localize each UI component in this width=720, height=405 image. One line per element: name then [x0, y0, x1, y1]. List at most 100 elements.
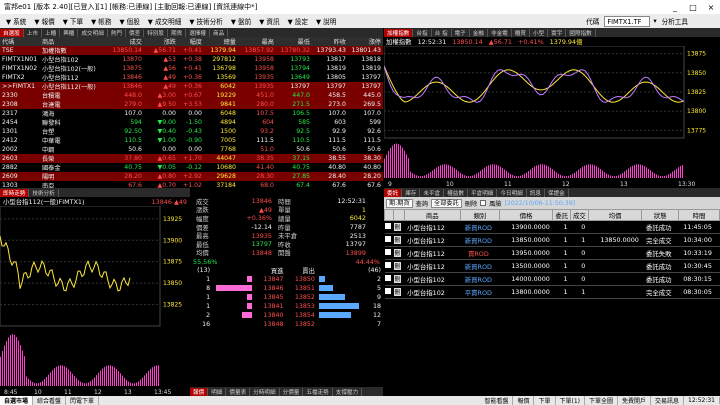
- status-overview[interactable]: 綜合看盤: [33, 396, 67, 405]
- quote-row[interactable]: 2330 台積電 448.0 ▲3.00 +0.67 19229 451.0 447.0 458…: [0, 91, 383, 100]
- orders-col-header[interactable]: 狀態: [641, 209, 680, 221]
- ladder-row[interactable]: 1 13845 13852 9: [190, 293, 383, 302]
- status-watchlist[interactable]: 自選市場: [0, 396, 34, 405]
- query-button[interactable]: 查詢: [416, 199, 428, 208]
- index-line-chart[interactable]: 13875 13850 13825 13800 13775 9 10 11 12 13 13:30: [384, 46, 720, 188]
- ask-price[interactable]: 13852: [285, 293, 316, 302]
- quote-row[interactable]: 1301 台塑 92.50 ▼0.40 -0.43 1500 93.2 92.5 92.9 92.…: [0, 127, 383, 136]
- bid-price[interactable]: 13847: [254, 275, 285, 284]
- tab-orders-tabs-4[interactable]: 平倉明細: [468, 188, 498, 197]
- tab-orders-tabs-1[interactable]: 庫存: [402, 188, 421, 197]
- quote-row[interactable]: >>FIMTX1 小型台指112(一般) 13846 ▲49 +0.36 6042 1393…: [0, 82, 383, 91]
- tab-detail-tabs-0[interactable]: 報價: [190, 387, 209, 396]
- delete-order-button[interactable]: 刪: [393, 275, 402, 283]
- quote-col-header[interactable]: 代碼: [0, 37, 40, 46]
- quote-row[interactable]: 2882 國泰金 40.75 ▼0.05 -0.12 10680 41.40 40.75 40.…: [0, 163, 383, 172]
- chevron-down-icon[interactable]: ▾: [653, 17, 656, 25]
- order-row[interactable]: 刪小型台指112 新買ROD 13900.0000 1 0 委託成功 11:45:05: [384, 220, 720, 234]
- tab-quote-tabs-8[interactable]: 期貨: [168, 28, 187, 37]
- tab-detail-tabs-6[interactable]: 支撐壓力: [333, 387, 363, 396]
- close-button[interactable]: ×: [702, 3, 720, 12]
- quote-col-header[interactable]: 漲跌: [144, 37, 178, 46]
- tab-detail-tabs-3[interactable]: 分時明細: [250, 387, 280, 396]
- quote-row[interactable]: 2609 陽明 28.20 ▲0.80 +2.92 29628 28.30 27.85 28.4…: [0, 172, 383, 181]
- tab-rchart-tabs-2[interactable]: 台 指: [432, 28, 452, 37]
- tab-rchart-tabs-5[interactable]: 非金電: [488, 28, 512, 37]
- order-checkbox[interactable]: [384, 275, 391, 281]
- tab-rchart-tabs-6[interactable]: 櫃買: [512, 28, 530, 37]
- maximize-button[interactable]: □: [684, 3, 702, 12]
- ask-price[interactable]: 13854: [285, 311, 316, 320]
- tab-quote-tabs-1[interactable]: 上市: [24, 28, 42, 37]
- account-select[interactable]: 期:期貨: [386, 198, 413, 208]
- quote-col-header[interactable]: 商品: [40, 37, 106, 46]
- ladder-row[interactable]: 8 13846 13851 5: [190, 284, 383, 293]
- bid-price[interactable]: 13840: [254, 311, 285, 320]
- menu-order[interactable]: ▼ 下單: [59, 16, 87, 26]
- menu-quote[interactable]: ▼ 報價: [30, 16, 58, 26]
- order-row[interactable]: 刪小型台指102 新買ROD 14000.0000 1 0 委託成功 08:30:15: [384, 272, 720, 286]
- minimize-button[interactable]: _: [666, 3, 684, 12]
- menu-stock[interactable]: ▼ 個股: [115, 16, 143, 26]
- tab-detail-tabs-1[interactable]: 明細: [208, 387, 227, 396]
- tab-quote-tabs-0[interactable]: 自選股: [0, 28, 24, 37]
- bid-price[interactable]: 13846: [254, 284, 285, 293]
- orders-col-header[interactable]: 委託: [552, 209, 572, 221]
- tab-rchart-tabs-8[interactable]: 寰宇: [548, 28, 567, 37]
- symbol-input[interactable]: FIMTX1.TF: [604, 15, 651, 27]
- tab-rchart-tabs-4[interactable]: 金融: [470, 28, 488, 37]
- quote-row[interactable]: FIMTX2 小型台指112 13846 ▲49 +0.36 13569 13935 1364…: [0, 73, 383, 82]
- tab-orders-tabs-3[interactable]: 權益數: [444, 188, 468, 197]
- tab-detail-tabs-4[interactable]: 分價量: [280, 387, 304, 396]
- tab-quote-tabs-5[interactable]: 熱門: [108, 28, 126, 37]
- delete-order-button[interactable]: 刪: [393, 249, 402, 257]
- orders-col-header[interactable]: 商品: [403, 209, 461, 221]
- menu-help[interactable]: ▼ 說明: [312, 16, 340, 26]
- risk-checkbox[interactable]: [480, 200, 487, 206]
- tab-orders-tabs-7[interactable]: 保證金: [545, 188, 569, 197]
- ask-price[interactable]: 13853: [285, 302, 316, 311]
- tab-rchart-tabs-9[interactable]: 國際指數: [566, 28, 596, 37]
- order-row[interactable]: 刪小型台指112 新買ROD 13500.0000 1 0 委託成功 10:30:45: [384, 259, 720, 273]
- filter-select[interactable]: 全部委託: [431, 198, 462, 208]
- tab-rchart-tabs-3[interactable]: 電子: [452, 28, 470, 37]
- delete-order-button[interactable]: 刪: [393, 288, 402, 296]
- order-checkbox[interactable]: [384, 223, 391, 229]
- quote-col-header[interactable]: 總量: [204, 37, 238, 46]
- status-open-account[interactable]: 免費開戶: [618, 396, 652, 405]
- tab-quote-tabs-10[interactable]: 商品: [210, 28, 229, 37]
- quote-col-header[interactable]: 昨收: [312, 37, 348, 46]
- menu-system[interactable]: ▼ 系統: [2, 16, 30, 26]
- status-order[interactable]: 下單: [534, 396, 556, 405]
- delete-order-button[interactable]: 刪: [393, 262, 402, 270]
- bid-price[interactable]: 13841: [254, 302, 285, 311]
- quote-col-header[interactable]: 最低: [276, 37, 312, 46]
- tab-orders-tabs-2[interactable]: 未平倉: [420, 188, 445, 197]
- menu-tick-detail[interactable]: ▼ 成交明細: [144, 16, 186, 26]
- status-flash-order[interactable]: 閃電下單: [66, 396, 100, 405]
- quote-row[interactable]: 2454 聯發科 594 ▼9.00 -1.50 4894 604 585 603 599: [0, 118, 383, 127]
- analysis-tools-menu[interactable]: 分析工具: [660, 16, 690, 26]
- order-checkbox[interactable]: [384, 262, 391, 268]
- delete-order-button[interactable]: 刪: [393, 236, 402, 244]
- tab-quote-tabs-9[interactable]: 選擇權: [186, 28, 210, 37]
- ladder-row[interactable]: 1 13847 13850 2: [190, 275, 383, 284]
- status-order-full[interactable]: 下單全圖: [585, 396, 619, 405]
- tab-rchart-tabs-0[interactable]: 加權指數: [384, 28, 414, 37]
- ask-price[interactable]: 13851: [285, 284, 316, 293]
- order-checkbox[interactable]: [384, 236, 391, 242]
- orders-col-header[interactable]: 價格: [498, 209, 554, 221]
- tab-quote-tabs-2[interactable]: 上櫃: [42, 28, 61, 37]
- quote-row[interactable]: FIMTX1N01 小型台指102 13870 ▲53 +0.38 297812 13958…: [0, 55, 383, 64]
- orders-col-header[interactable]: 成交: [570, 209, 589, 221]
- quote-col-header[interactable]: 成交: [106, 37, 144, 46]
- status-order-1[interactable]: 下單(1): [556, 396, 585, 405]
- status-trade-msg[interactable]: 交易訊息: [651, 396, 685, 405]
- order-checkbox[interactable]: [384, 288, 391, 294]
- tab-quote-tabs-7[interactable]: 特別股: [144, 28, 168, 37]
- tab-rchart-tabs-7[interactable]: 小型: [530, 28, 549, 37]
- menu-account[interactable]: ▼ 帳務: [87, 16, 115, 26]
- tab-orders-tabs-5[interactable]: 今日明細: [497, 188, 527, 197]
- tab-detail-tabs-2[interactable]: 價量表: [226, 387, 251, 396]
- tab-orders-tabs-0[interactable]: 委託: [384, 188, 403, 197]
